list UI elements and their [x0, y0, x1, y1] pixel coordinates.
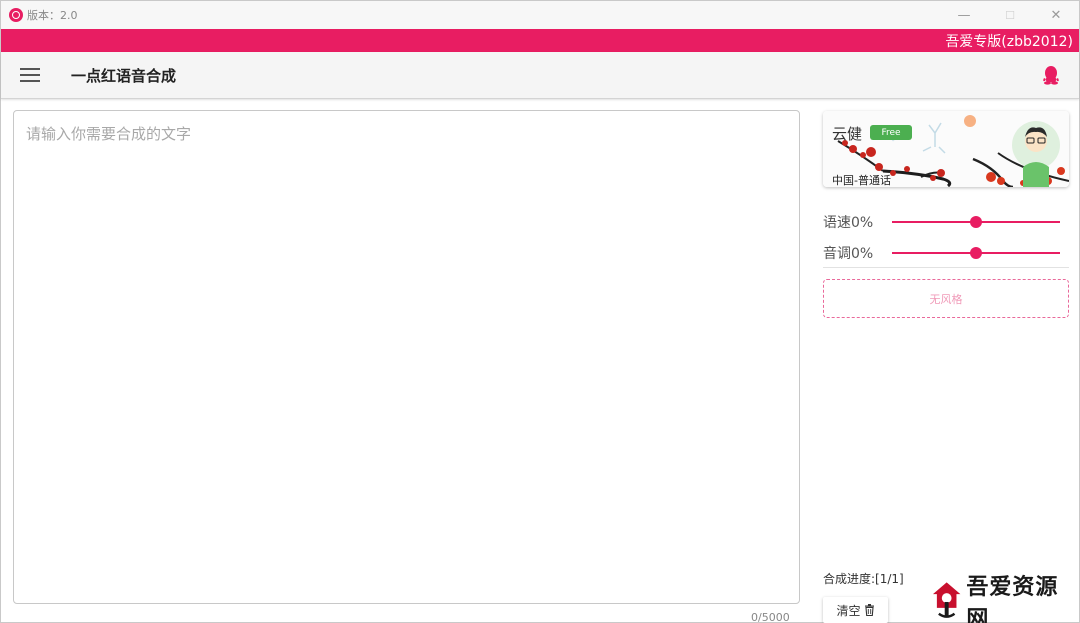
char-count: 0/5000	[751, 611, 790, 623]
maximize-button[interactable]: ☐	[987, 1, 1033, 29]
window-controls: — ☐ ✕	[941, 1, 1079, 29]
close-button[interactable]: ✕	[1033, 1, 1079, 29]
pitch-slider-row: 音调0%	[823, 242, 1068, 264]
voice-card[interactable]: 云健 Free 中国-普通话	[823, 111, 1069, 187]
free-badge: Free	[870, 125, 912, 140]
watermark-logo-icon	[932, 582, 961, 618]
clear-button-label: 清空	[836, 603, 861, 618]
style-selector[interactable]: 无风格	[823, 279, 1069, 318]
speed-slider-track[interactable]	[892, 216, 1060, 228]
speed-slider-row: 语速0%	[823, 211, 1068, 233]
hamburger-icon[interactable]	[20, 68, 40, 82]
trash-icon	[864, 604, 874, 616]
app-window: 版本：2.0 — ☐ ✕ 吾爱专版(zbb2012) 一点红语音合成 0/500…	[0, 0, 1080, 623]
pitch-slider-thumb[interactable]	[970, 247, 982, 259]
synthesis-text-input[interactable]	[14, 111, 799, 603]
app-logo-icon	[9, 8, 23, 22]
watermark: 吾爱资源网	[931, 574, 1079, 623]
title-bar: 版本：2.0 — ☐ ✕	[1, 1, 1079, 29]
app-toolbar: 一点红语音合成	[1, 52, 1079, 99]
pitch-label: 音调0%	[823, 246, 874, 262]
voice-name: 云健	[832, 125, 863, 143]
edition-text: 吾爱专版(zbb2012)	[945, 33, 1073, 50]
voice-language: 中国-普通话	[832, 174, 891, 187]
clear-button[interactable]: 清空	[823, 597, 888, 623]
text-input-area[interactable]	[13, 110, 800, 604]
minimize-button[interactable]: —	[941, 1, 987, 29]
qq-icon[interactable]	[1042, 65, 1060, 85]
synthesis-progress: 合成进度:[1/1]	[823, 572, 904, 586]
panel-divider	[823, 267, 1069, 268]
watermark-text: 吾爱资源网	[966, 574, 1059, 623]
speed-slider-thumb[interactable]	[970, 216, 982, 228]
speed-label: 语速0%	[823, 215, 874, 231]
pitch-slider-track[interactable]	[892, 247, 1060, 259]
edition-banner: 吾爱专版(zbb2012)	[1, 29, 1079, 52]
app-title: 一点红语音合成	[71, 66, 177, 85]
version-label: 版本：2.0	[27, 9, 78, 22]
style-label: 无风格	[929, 292, 963, 306]
